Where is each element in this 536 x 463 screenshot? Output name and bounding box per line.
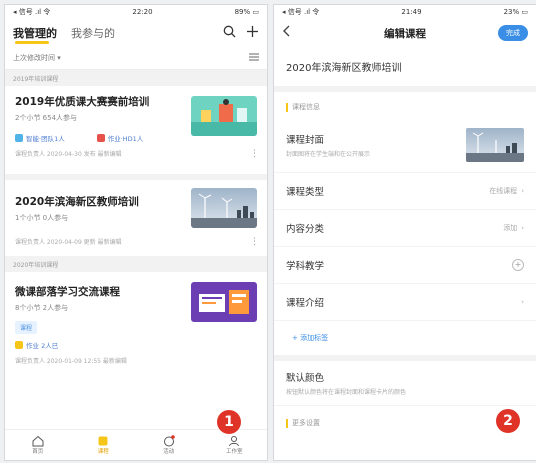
page-title: 编辑课程 [384, 27, 426, 40]
tag-task: 作业 2人已 [15, 340, 58, 350]
color-hint: 按钮默认颜色将在课程封面和课程卡片的颜色 [286, 389, 407, 396]
section-label: 2020年培训课程 [5, 256, 267, 272]
category-row[interactable]: 内容分类 添加 › [274, 210, 536, 247]
section-header: 课程信息 [274, 92, 536, 118]
home-icon [32, 435, 44, 447]
chevron-right-icon: › [521, 187, 524, 195]
sort-dropdown[interactable]: 上次修改时间 ▾ [13, 53, 61, 63]
more-icon[interactable]: ⋮ [250, 149, 259, 159]
course-thumbnail [191, 96, 257, 136]
section-label: 2019年培训课程 [5, 70, 267, 86]
task-icon [15, 341, 23, 349]
signal-indicator: ◂ 信号 .ıl 令 [13, 8, 51, 16]
tab-activity[interactable]: 活动 [149, 435, 189, 455]
header: 编辑课程 完成 [274, 19, 536, 47]
activity-icon [163, 435, 175, 447]
step-marker: 2 [496, 409, 520, 433]
tab-home[interactable]: 首页 [18, 435, 58, 455]
done-button[interactable]: 完成 [498, 25, 528, 41]
right-screen: ◂ 信号 .ıl 令 21:49 23% ▭ 编辑课程 完成 2020年滨海新区… [273, 4, 536, 461]
homework-icon [96, 134, 105, 142]
cover-row[interactable]: 课程封面 封面图将在学生端和在公开展示 [274, 118, 536, 173]
course-footer: 课程负责人 2020-04-09 更新 最新编辑 [15, 239, 122, 246]
cover-label: 课程封面 [286, 135, 325, 146]
left-screen: ◂ 信号 .ıl 令 22:20 89% ▭ 我管理的 我参与的 上次修改时间 … [4, 4, 268, 461]
more-icon[interactable]: ⋮ [250, 237, 259, 247]
me-icon [228, 435, 240, 447]
tab-managed[interactable]: 我管理的 [13, 25, 57, 41]
tag-homework: 作业·HD1人 [96, 133, 143, 143]
sort-bar: 上次修改时间 ▾ [5, 47, 267, 70]
signal-indicator: ◂ 信号 .ıl 令 [282, 8, 320, 16]
course-footer: 课程负责人 2020-04-30 发布 最新编辑 [15, 151, 122, 158]
course-card[interactable]: 微课部落学习交流课程 8个小节 2人参与 课程 作业 2人已 课程负责人 202… [5, 272, 267, 396]
chevron-right-icon: › [521, 298, 524, 306]
course-footer: 课程负责人 2020-01-09 12:55 最新编辑 [15, 358, 127, 365]
course-card[interactable]: 2020年滨海新区教师培训 1个小节 0人参与 课程负责人 2020-04-09… [5, 180, 267, 256]
clock: 22:20 [132, 8, 153, 16]
section-bar [286, 418, 288, 428]
battery-indicator: 89% ▭ [234, 8, 259, 16]
cover-hint: 封面图将在学生端和在公开展示 [286, 151, 371, 158]
step-marker: 1 [217, 410, 241, 434]
smart-icon [15, 134, 23, 142]
course-badge: 课程 [15, 321, 38, 334]
header: 我管理的 我参与的 [5, 19, 267, 47]
add-circle-icon[interactable]: + [512, 259, 524, 271]
active-tab-indicator [15, 41, 49, 44]
section-bar [286, 102, 288, 112]
back-icon[interactable] [282, 25, 292, 41]
clock: 21:49 [401, 8, 422, 16]
course-thumbnail [191, 188, 257, 228]
course-type-row[interactable]: 课程类型 在线课程 › [274, 173, 536, 210]
chevron-right-icon: › [521, 224, 524, 232]
intro-row[interactable]: 课程介绍 › [274, 284, 536, 321]
category-value: 添加 [503, 224, 518, 232]
status-bar: ◂ 信号 .ıl 令 21:49 23% ▭ [274, 5, 536, 19]
course-icon [97, 435, 109, 447]
course-card[interactable]: 2019年优质课大赛赛前培训 2个小节 654人参与 智能·团队1人 作业·HD… [5, 86, 267, 174]
add-icon[interactable] [246, 25, 259, 42]
search-icon[interactable] [223, 25, 236, 42]
color-row[interactable]: 默认颜色 按钮默认颜色将在课程封面和课程卡片的颜色 [274, 355, 536, 406]
cover-image[interactable] [466, 128, 524, 162]
course-type-value: 在线课程 [489, 187, 518, 195]
tab-studio[interactable]: 工作室 [214, 435, 254, 455]
tag-smart: 智能·团队1人 [15, 133, 65, 143]
battery-indicator: 23% ▭ [503, 8, 528, 16]
subject-row[interactable]: 学科教学 + [274, 247, 536, 284]
tab-course[interactable]: 课程 [83, 435, 123, 455]
course-name-field[interactable]: 2020年滨海新区教师培训 [274, 47, 536, 92]
list-view-icon[interactable] [249, 53, 259, 63]
tab-participated[interactable]: 我参与的 [71, 25, 115, 41]
course-thumbnail [191, 282, 257, 322]
status-bar: ◂ 信号 .ıl 令 22:20 89% ▭ [5, 5, 267, 19]
add-tag-link[interactable]: + 添加标签 [274, 321, 536, 355]
